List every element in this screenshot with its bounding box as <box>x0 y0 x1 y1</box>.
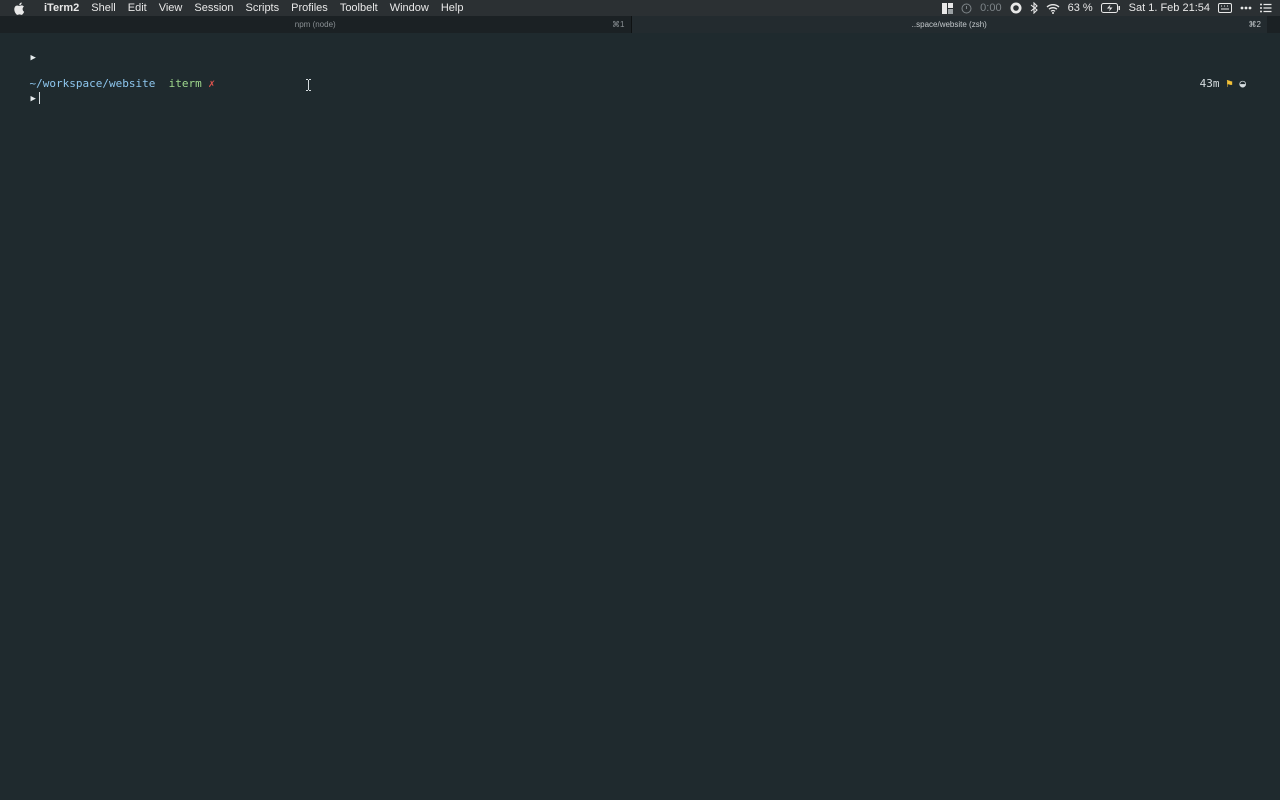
notification-center-icon[interactable] <box>1260 3 1272 13</box>
menu-bar: iTerm2 Shell Edit View Session Scripts P… <box>0 0 1280 16</box>
keyboard-icon[interactable] <box>1218 3 1232 13</box>
apple-icon[interactable] <box>14 1 28 15</box>
tab-shortcut: ⌘2 <box>1248 20 1261 29</box>
timer-value[interactable]: 0:00 <box>980 0 1001 16</box>
wifi-icon[interactable] <box>1046 3 1060 14</box>
menu-app-iterm2[interactable]: iTerm2 <box>38 0 85 16</box>
prompt-symbol: ▶ <box>30 94 36 104</box>
current-path: ~/workspace/website <box>29 77 156 90</box>
tab-website-zsh[interactable]: ..space/website (zsh) ⌘2 <box>631 16 1267 33</box>
record-icon[interactable] <box>1010 2 1022 14</box>
current-prompt-line[interactable]: ▶ <box>4 77 40 104</box>
prompt-info-line: ~/workspace/website iterm ✗ <box>3 63 215 90</box>
menu-view[interactable]: View <box>153 0 189 16</box>
mouse-ibeam-cursor-icon <box>305 79 312 91</box>
menu-edit[interactable]: Edit <box>122 0 153 16</box>
clock[interactable]: Sat 1. Feb 21:54 <box>1129 0 1210 16</box>
tab-title: npm (node) <box>294 20 336 29</box>
git-dirty-icon: ✗ <box>208 77 215 90</box>
menu-profiles[interactable]: Profiles <box>285 0 334 16</box>
window-layout-icon[interactable] <box>942 2 954 14</box>
tab-npm-node[interactable]: npm (node) ⌘1 <box>0 16 632 33</box>
menu-shell[interactable]: Shell <box>85 0 121 16</box>
flag-icon: ⚑ <box>1226 77 1233 90</box>
git-branch: iterm <box>168 77 202 90</box>
text-cursor <box>38 92 40 104</box>
previous-prompt-line: ▶ <box>4 36 36 63</box>
battery-charging-icon[interactable] <box>1100 3 1121 13</box>
status-glyph-icon: ◒ <box>1239 77 1246 90</box>
menu-session[interactable]: Session <box>188 0 239 16</box>
menu-scripts[interactable]: Scripts <box>240 0 286 16</box>
bluetooth-icon[interactable] <box>1030 2 1038 14</box>
menu-window[interactable]: Window <box>384 0 435 16</box>
menu-toolbelt[interactable]: Toolbelt <box>334 0 384 16</box>
terminal-session[interactable]: ▶ ~/workspace/website iterm ✗ 43m ⚑ ◒ ▶ <box>0 33 1280 800</box>
more-icon[interactable] <box>1240 6 1252 10</box>
new-tab-button[interactable] <box>1267 16 1280 33</box>
elapsed-time: 43m <box>1199 77 1220 90</box>
right-prompt-status: 43m ⚑ ◒ <box>1173 63 1246 90</box>
tab-title: ..space/website (zsh) <box>911 20 987 29</box>
tab-shortcut: ⌘1 <box>612 20 625 29</box>
menu-help[interactable]: Help <box>435 0 470 16</box>
timer-icon[interactable] <box>961 3 972 14</box>
prompt-symbol: ▶ <box>30 53 36 63</box>
battery-percentage[interactable]: 63 % <box>1068 0 1093 16</box>
tab-bar: npm (node) ⌘1 ..space/website (zsh) ⌘2 <box>0 16 1280 33</box>
